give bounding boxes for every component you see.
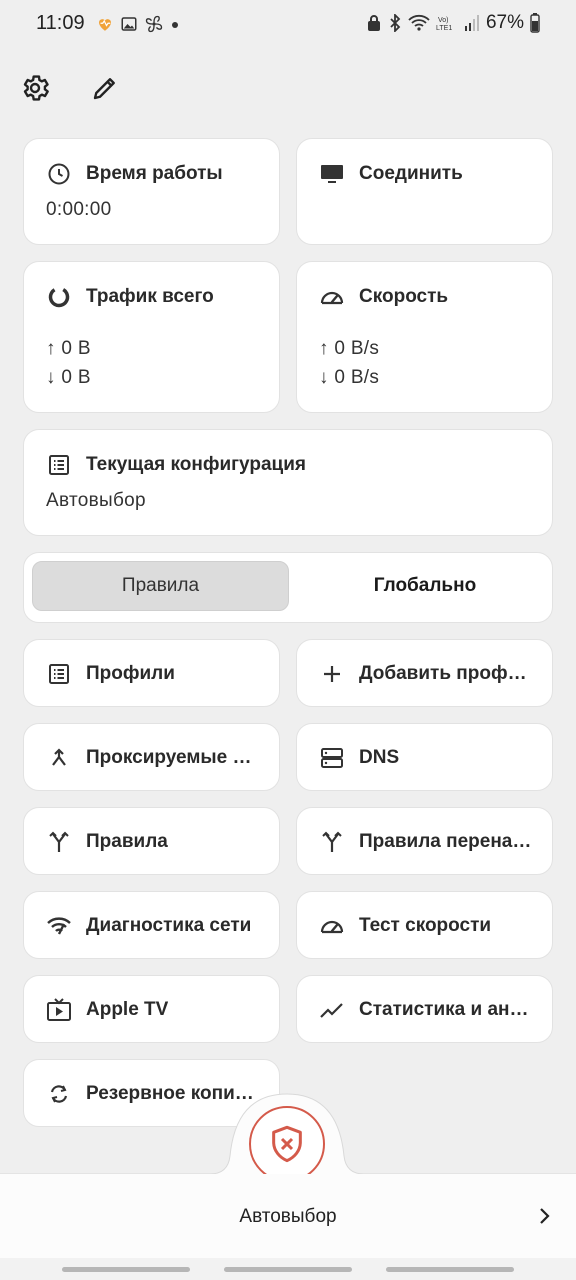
rules-tile[interactable]: Правила [23, 807, 280, 875]
connect-title: Соединить [359, 163, 463, 184]
proxied-apps-tile[interactable]: Проксируемые приложения [23, 723, 280, 791]
speedometer-icon [319, 284, 345, 310]
dns-label: DNS [359, 747, 400, 768]
list-icon [46, 452, 72, 478]
stats-tile[interactable]: Статистика и аналитика [296, 975, 553, 1043]
connect-fab[interactable] [249, 1106, 325, 1182]
uptime-value: 0:00:00 [46, 199, 112, 220]
gear-icon [19, 72, 51, 104]
pencil-icon [90, 73, 120, 103]
connect-card[interactable]: Соединить [296, 138, 553, 245]
add-profile-tile[interactable]: Добавить профиль [296, 639, 553, 707]
traffic-up: ↑ 0 B [46, 338, 91, 359]
chevron-right-icon[interactable] [538, 1204, 552, 1228]
fab-container [0, 1086, 576, 1186]
rules-label: Правила [86, 831, 168, 852]
plus-icon [319, 661, 345, 687]
wifi-icon [408, 14, 430, 32]
profiles-label: Профили [86, 663, 175, 684]
svg-text:Vo): Vo) [438, 17, 449, 24]
speed-card: Скорость ↑ 0 B/s ↓ 0 B/s [296, 261, 553, 413]
battery-icon [530, 13, 540, 33]
speed-up: ↑ 0 B/s [319, 338, 380, 359]
fork-icon [46, 829, 72, 855]
status-left-icons [96, 14, 180, 34]
heart-icon [96, 15, 114, 33]
fork-icon [319, 829, 345, 855]
diagnostics-label: Диагностика сети [86, 915, 252, 936]
config-value: Автовыбор [46, 490, 146, 511]
dot-icon [170, 15, 180, 33]
proxied-apps-label: Проксируемые приложения [86, 747, 261, 768]
donut-icon [46, 284, 72, 310]
uptime-card: Время работы 0:00:00 [23, 138, 280, 245]
vpn-lock-icon [366, 14, 382, 32]
signal-icon [464, 14, 480, 32]
system-nav-bar [0, 1258, 576, 1280]
apple-tv-tile[interactable]: Apple TV [23, 975, 280, 1043]
profiles-tile[interactable]: Профили [23, 639, 280, 707]
volte-icon: Vo) LTE1 [436, 14, 458, 32]
nav-recents-handle[interactable] [62, 1267, 190, 1272]
clock-icon [46, 161, 72, 187]
traffic-down: ↓ 0 B [46, 367, 91, 388]
network-check-icon [46, 913, 72, 939]
mode-rules-tab[interactable]: Правила [32, 561, 289, 611]
status-bar: 11:09 Vo) LTE1 67% [0, 0, 576, 48]
selected-proxy-label: Автовыбор [239, 1206, 337, 1227]
diagnostics-tile[interactable]: Диагностика сети [23, 891, 280, 959]
svg-text:LTE1: LTE1 [436, 25, 452, 32]
stats-label: Статистика и аналитика [359, 999, 534, 1020]
server-icon [319, 745, 345, 771]
edit-button[interactable] [87, 70, 123, 106]
apple-tv-label: Apple TV [86, 999, 169, 1020]
speedtest-label: Тест скорости [359, 915, 492, 936]
uptime-title: Время работы [86, 163, 223, 184]
fan-icon [144, 14, 164, 34]
bottom-bar[interactable]: Автовыбор [0, 1174, 576, 1258]
status-right-icons: Vo) LTE1 67% [366, 12, 540, 34]
image-icon [120, 15, 138, 33]
nav-home-handle[interactable] [224, 1267, 352, 1272]
speed-down: ↓ 0 B/s [319, 367, 380, 388]
speedtest-tile[interactable]: Тест скорости [296, 891, 553, 959]
shield-x-icon [267, 1124, 307, 1164]
list-icon [46, 661, 72, 687]
speedometer-icon [319, 913, 345, 939]
monitor-icon [319, 161, 345, 187]
rewrite-rules-tile[interactable]: Правила перенаправления [296, 807, 553, 875]
battery-percent: 67% [485, 12, 524, 33]
add-profile-label: Добавить профиль [359, 663, 534, 684]
nav-back-handle[interactable] [386, 1267, 514, 1272]
settings-button[interactable] [17, 70, 53, 106]
merge-icon [46, 745, 72, 771]
speed-title: Скорость [359, 286, 449, 307]
bluetooth-icon [388, 14, 402, 32]
traffic-title: Трафик всего [86, 286, 214, 307]
config-title: Текущая конфигурация [86, 454, 306, 475]
mode-switch: Правила Глобально [23, 552, 553, 623]
status-time: 11:09 [36, 12, 85, 34]
mode-global-tab[interactable]: Глобально [297, 561, 553, 611]
trending-icon [319, 997, 345, 1023]
rewrite-rules-label: Правила перенаправления [359, 831, 534, 852]
dns-tile[interactable]: DNS [296, 723, 553, 791]
tv-icon [46, 997, 72, 1023]
traffic-card: Трафик всего ↑ 0 B ↓ 0 B [23, 261, 280, 413]
current-config-card[interactable]: Текущая конфигурация Автовыбор [23, 429, 553, 536]
